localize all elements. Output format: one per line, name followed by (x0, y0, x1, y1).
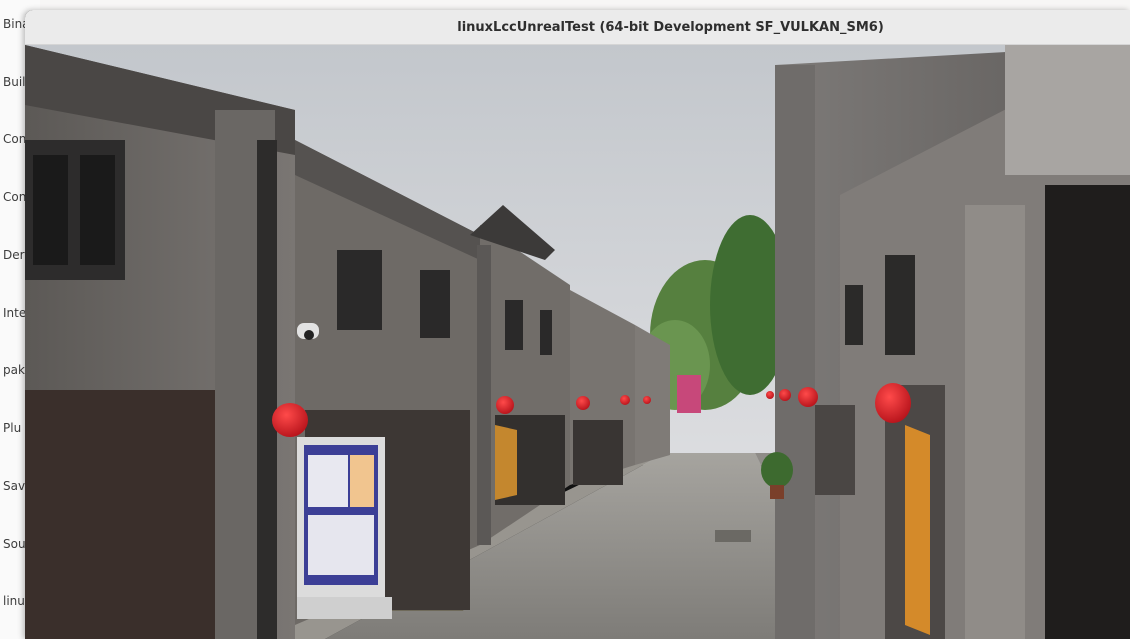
background-file-item[interactable]: Der (3, 248, 25, 262)
game-viewport[interactable] (25, 45, 1130, 639)
background-file-item[interactable]: linu (3, 594, 25, 608)
background-file-item[interactable]: Sav (3, 479, 25, 493)
info-signboard (297, 437, 392, 619)
security-camera (297, 323, 319, 340)
right-buildings (775, 45, 1130, 639)
window-titlebar[interactable]: linuxLccUnrealTest (64-bit Development S… (25, 10, 1130, 45)
background-file-item[interactable]: Con (3, 190, 26, 204)
background-file-item[interactable]: Sou (3, 537, 26, 551)
background-file-item[interactable]: Buil (3, 75, 26, 89)
background-file-item[interactable]: Con (3, 132, 26, 146)
background-file-item[interactable]: Inte (3, 306, 26, 320)
window-title: linuxLccUnrealTest (64-bit Development S… (457, 19, 884, 35)
desktop: Bina Buil Con Con Der Inte pak Plu Sav S… (0, 0, 1130, 639)
drain-cover (715, 530, 751, 542)
rendered-street-scene (25, 45, 1130, 639)
background-file-item[interactable]: Plu (3, 421, 21, 435)
distant-pink-structure (677, 375, 701, 413)
background-file-item[interactable]: pak (3, 363, 25, 377)
game-window[interactable]: linuxLccUnrealTest (64-bit Development S… (25, 10, 1130, 639)
